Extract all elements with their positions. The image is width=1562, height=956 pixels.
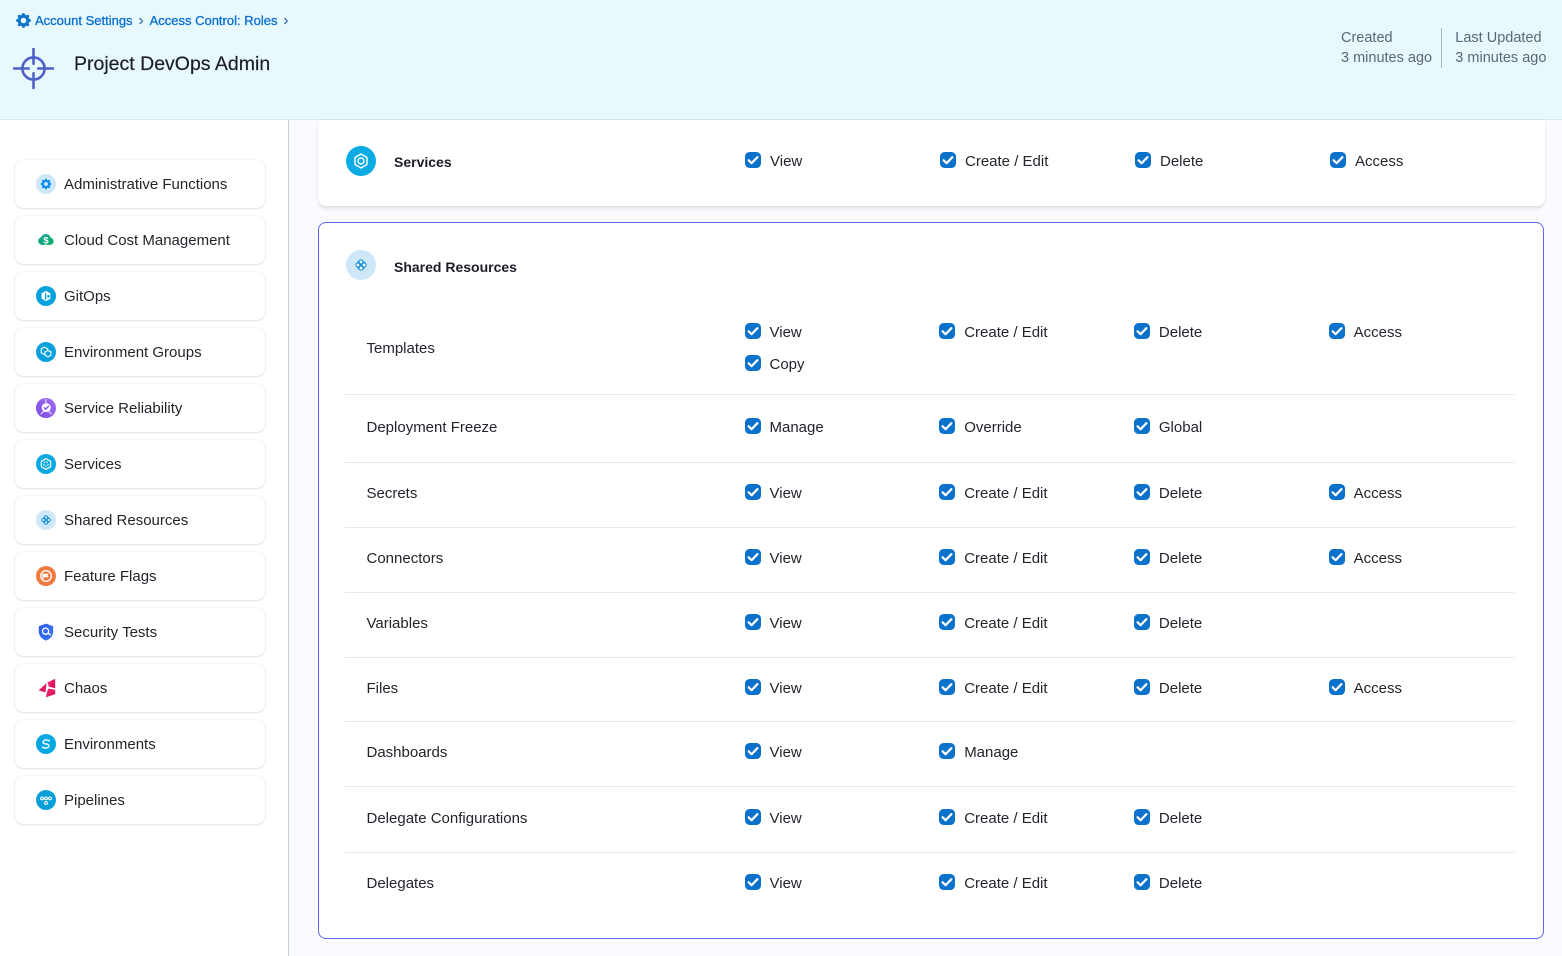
svg-text:$: $	[43, 235, 49, 246]
